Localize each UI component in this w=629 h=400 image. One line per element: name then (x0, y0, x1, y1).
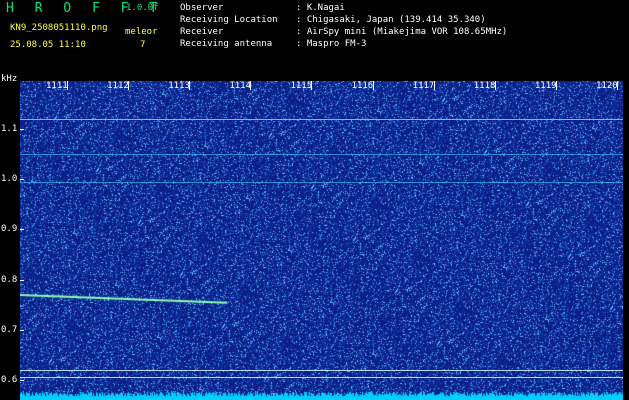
y-tick-mark (20, 380, 24, 381)
x-tick-label: 1112 (107, 81, 129, 91)
x-tick-label: 1120 (596, 81, 618, 91)
x-tick-mark (372, 81, 374, 90)
x-tick-label: 1117 (412, 81, 435, 91)
x-tick-mark (128, 81, 130, 90)
x-tick-mark (250, 81, 252, 90)
y-tick-label: 0.7 (1, 324, 18, 335)
spectrogram-plot (20, 81, 623, 400)
y-tick-label: 0.8 (1, 274, 18, 285)
observer-value: : K.Nagai (296, 3, 345, 13)
antenna-value: : Maspro FM-3 (296, 39, 367, 49)
x-tick-label: 1113 (168, 81, 190, 91)
x-tick-mark (433, 81, 435, 90)
x-tick-mark (67, 81, 68, 90)
y-tick-mark (20, 129, 24, 130)
x-tick-label: 1118 (473, 81, 496, 91)
x-tick-label: 1119 (534, 81, 557, 91)
y-axis-unit: kHz (1, 74, 18, 84)
station-label: meleor (125, 27, 158, 37)
y-tick-label: 1.0 (1, 174, 18, 185)
x-tick-label: 1111 (46, 81, 68, 91)
x-tick-label: 1114 (229, 81, 252, 91)
receiver-label: Receiver (180, 27, 224, 37)
reference-line (20, 369, 623, 371)
x-tick-mark (189, 81, 191, 90)
x-tick-mark (311, 81, 313, 90)
x-tick-label: 1116 (351, 81, 374, 91)
x-tick-mark (494, 81, 496, 90)
location-value: : Chigasaki, Japan (139.414 35.340) (296, 15, 486, 25)
hroft-window: H R O F F T 1.0.0f KN9_2508051110.png me… (0, 0, 629, 400)
y-tick-mark (20, 229, 24, 231)
reference-line (20, 377, 623, 379)
carrier-line (20, 154, 623, 156)
x-tick-mark (617, 81, 618, 90)
carrier-line (20, 181, 623, 183)
timestamp: 25.08.05 11:10 (10, 40, 86, 50)
x-tick-mark (555, 81, 557, 90)
station-value: 7 (140, 40, 146, 50)
antenna-label: Receiving antenna (180, 39, 273, 49)
y-tick-mark (20, 329, 24, 331)
y-tick-label: 0.9 (1, 224, 18, 235)
spectrogram-noise (20, 81, 623, 400)
observer-label: Observer (180, 3, 224, 13)
y-tick-mark (20, 179, 24, 181)
carrier-line (20, 118, 623, 120)
y-tick-label: 1.1 (1, 124, 18, 134)
x-tick-label: 1115 (290, 81, 313, 91)
y-tick-mark (20, 279, 24, 281)
receiver-value: : AirSpy mini (Miakejima VOR 108.65MHz) (296, 27, 508, 37)
app-version: 1.0.0f (126, 3, 159, 13)
location-label: Receiving Location (180, 15, 278, 25)
y-tick-label: 0.6 (1, 375, 18, 385)
file-name: KN9_2508051110.png (10, 23, 108, 33)
